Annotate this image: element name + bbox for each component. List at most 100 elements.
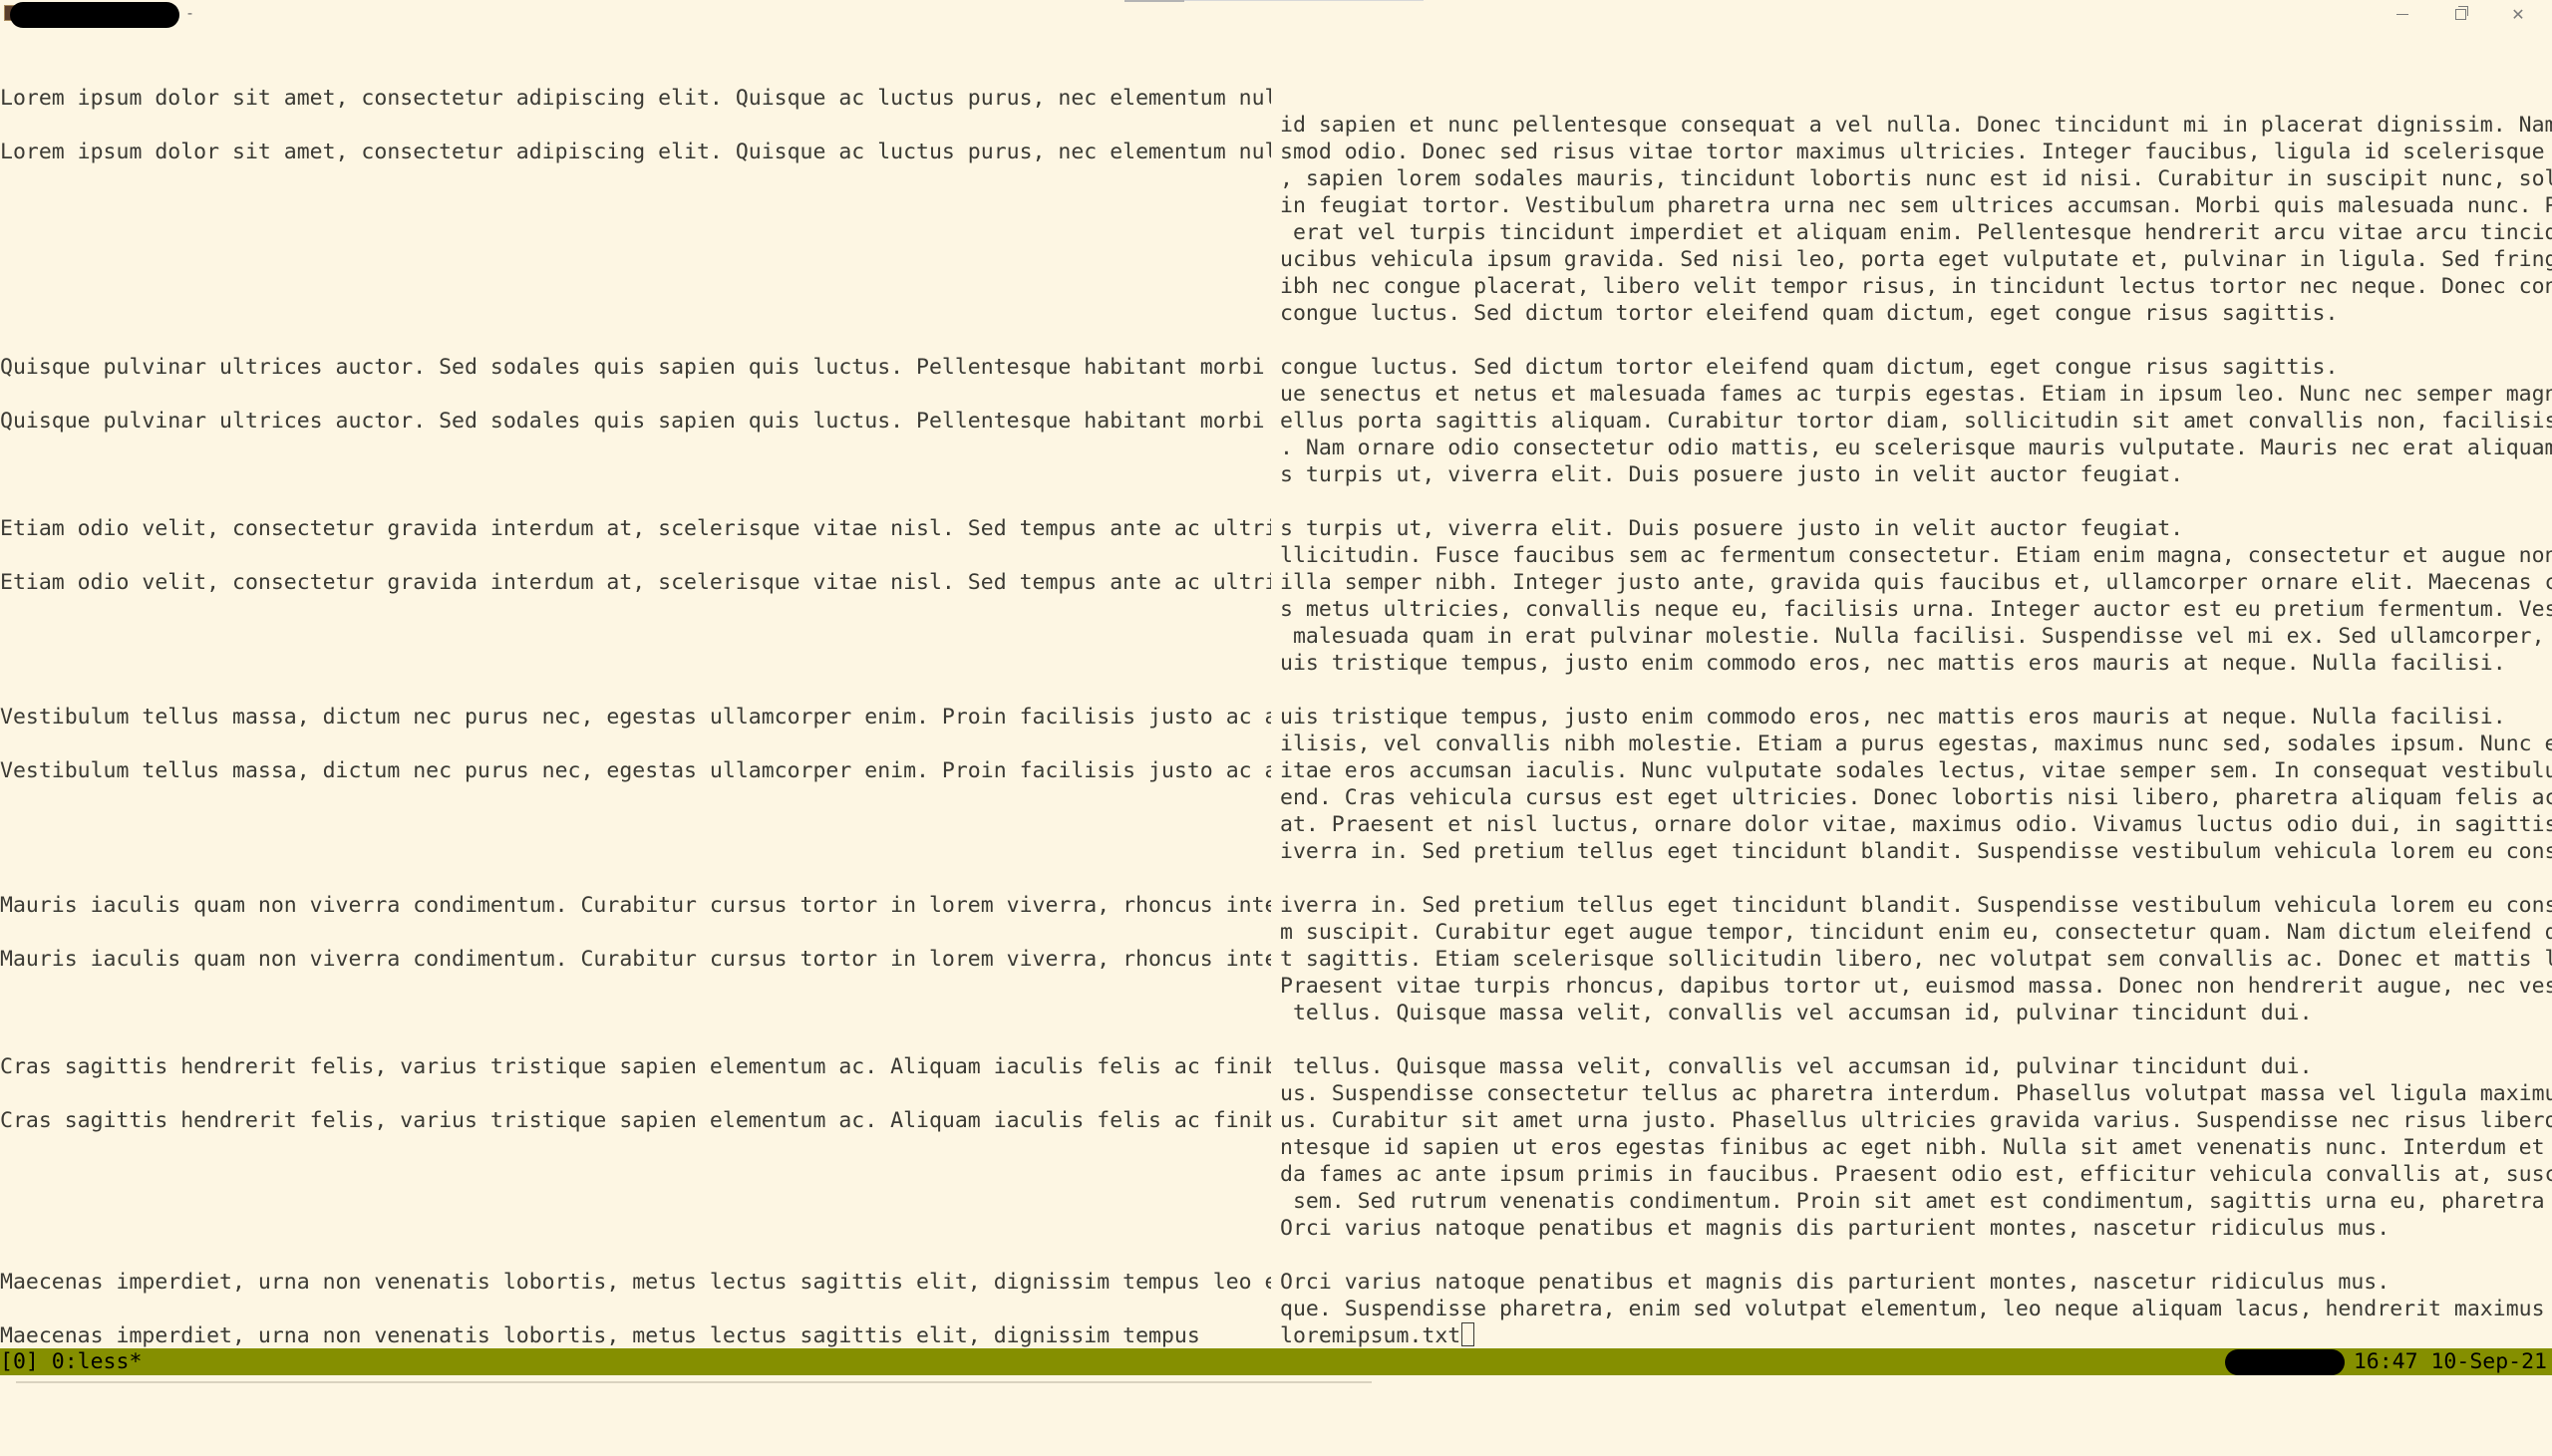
text-line <box>1280 327 2552 354</box>
text-line <box>0 327 1271 354</box>
text-line <box>0 1134 1271 1161</box>
text-line: congue luctus. Sed dictum tortor eleifen… <box>1280 355 2339 380</box>
text-line: llicitudin. Fusce faucibus sem ac fermen… <box>1280 543 2552 568</box>
text-line <box>0 650 1271 677</box>
text-line <box>1280 677 2552 704</box>
text-line <box>0 542 1271 569</box>
text-line: Cras sagittis hendrerit felis, varius tr… <box>0 1054 1271 1079</box>
restore-button[interactable] <box>2431 0 2489 28</box>
text-line <box>0 596 1271 623</box>
text-line <box>0 973 1271 1000</box>
text-line <box>0 461 1271 488</box>
text-line: us. Curabitur sit amet urna justo. Phase… <box>1280 1108 2552 1133</box>
text-line: Vestibulum tellus massa, dictum nec puru… <box>0 758 1271 783</box>
text-line <box>0 246 1271 273</box>
text-line: Mauris iaculis quam non viverra condimen… <box>0 947 1271 972</box>
text-line: m suscipit. Curabitur eget augue tempor,… <box>1280 920 2552 945</box>
tmux-window-list[interactable]: [0] 0:less* <box>0 1348 142 1375</box>
text-line <box>0 1000 1271 1026</box>
left-terminal-pane[interactable]: Lorem ipsum dolor sit amet, consectetur … <box>0 85 1271 1350</box>
text-line: illa semper nibh. Integer justo ante, gr… <box>1280 570 2552 595</box>
text-line: ue senectus et netus et malesuada fames … <box>1280 382 2552 407</box>
text-line <box>0 1215 1271 1242</box>
text-line: s metus ultricies, convallis neque eu, f… <box>1280 597 2552 622</box>
text-line <box>0 1296 1271 1322</box>
text-line: Maecenas imperdiet, urna non venenatis l… <box>0 1270 1271 1295</box>
text-line: Orci varius natoque penatibus et magnis … <box>1280 1216 2391 1241</box>
text-line <box>1280 1242 2552 1269</box>
text-line: iverra in. Sed pretium tellus eget tinci… <box>1280 839 2552 864</box>
text-line <box>0 1242 1271 1269</box>
restore-icon <box>2454 5 2468 20</box>
text-line: Quisque pulvinar ultrices auctor. Sed so… <box>0 355 1271 380</box>
text-line <box>0 300 1271 327</box>
text-line: Vestibulum tellus massa, dictum nec puru… <box>0 705 1271 729</box>
close-icon: ✕ <box>2511 4 2525 24</box>
window-titlebar[interactable]: - ✕ <box>0 0 2552 28</box>
text-line: da fames ac ante ipsum primis in faucibu… <box>1280 1162 2552 1187</box>
text-line: in feugiat tortor. Vestibulum pharetra u… <box>1280 193 2552 218</box>
text-line: s turpis ut, viverra elit. Duis posuere … <box>1280 462 2184 487</box>
text-line <box>0 435 1271 461</box>
text-line: Lorem ipsum dolor sit amet, consectetur … <box>0 140 1271 164</box>
text-line: tellus. Quisque massa velit, convallis v… <box>1280 1001 2313 1025</box>
text-line <box>0 1188 1271 1215</box>
text-line <box>0 165 1271 192</box>
text-line <box>0 192 1271 219</box>
text-line: t sagittis. Etiam scelerisque sollicitud… <box>1280 947 2552 972</box>
text-line: s turpis ut, viverra elit. Duis posuere … <box>1280 516 2184 541</box>
text-line <box>0 919 1271 946</box>
text-line: Orci varius natoque penatibus et magnis … <box>1280 1270 2391 1295</box>
text-line: erat vel turpis tincidunt imperdiet et a… <box>1280 220 2552 245</box>
title-progress-indicator <box>1124 0 1184 2</box>
text-line: Maecenas imperdiet, urna non venenatis l… <box>0 1323 1200 1348</box>
text-line <box>0 1161 1271 1188</box>
text-line: , sapien lorem sodales mauris, tincidunt… <box>1280 166 2552 191</box>
text-line: iverra in. Sed pretium tellus eget tinci… <box>1280 893 2552 918</box>
text-line <box>0 838 1271 865</box>
text-line: us. Suspendisse consectetur tellus ac ph… <box>1280 1081 2552 1106</box>
text-line: tellus. Quisque massa velit, convallis v… <box>1280 1054 2313 1079</box>
status-clock: " 16:47 10-Sep-21 <box>2327 1349 2547 1374</box>
text-line: Mauris iaculis quam non viverra condimen… <box>0 893 1271 918</box>
text-line <box>0 219 1271 246</box>
text-line: Etiam odio velit, consectetur gravida in… <box>0 570 1271 595</box>
text-line: uis tristique tempus, justo enim commodo… <box>1280 705 2506 729</box>
text-line: Praesent vitae turpis rhoncus, dapibus t… <box>1280 974 2552 999</box>
text-line: sem. Sed rutrum venenatis condimentum. P… <box>1280 1189 2552 1214</box>
text-line: Etiam odio velit, consectetur gravida in… <box>0 516 1271 541</box>
window-title-suffix: - <box>185 4 195 22</box>
text-line: ucibus vehicula ipsum gravida. Sed nisi … <box>1280 247 2552 272</box>
title-progress-track <box>1184 0 1424 1</box>
text-line: itae eros accumsan iaculis. Nunc vulputa… <box>1280 758 2552 783</box>
text-line <box>0 381 1271 408</box>
horizontal-scrollbar[interactable] <box>16 1381 1372 1383</box>
text-line <box>0 623 1271 650</box>
text-line <box>0 273 1271 300</box>
less-filename-prompt: loremipsum.txt <box>1280 1323 1461 1348</box>
text-line <box>0 488 1271 515</box>
text-line: . Nam ornare odio consectetur odio matti… <box>1280 436 2552 460</box>
text-line <box>0 112 1271 139</box>
text-line: Cras sagittis hendrerit felis, varius tr… <box>0 1108 1271 1133</box>
text-line <box>1280 1026 2552 1053</box>
text-line: id sapien et nunc pellentesque consequat… <box>1280 113 2552 138</box>
text-line: ntesque id sapien ut eros egestas finibu… <box>1280 1135 2552 1160</box>
redacted-window-title <box>10 2 179 28</box>
text-line: ilisis, vel convallis nibh molestie. Eti… <box>1280 731 2552 756</box>
text-line <box>0 865 1271 892</box>
text-line <box>0 677 1271 704</box>
close-button[interactable]: ✕ <box>2489 0 2547 28</box>
text-line <box>0 730 1271 757</box>
text-line <box>1280 865 2552 892</box>
text-line: smod odio. Donec sed risus vitae tortor … <box>1280 140 2552 164</box>
text-line: Quisque pulvinar ultrices auctor. Sed so… <box>0 409 1271 434</box>
text-line <box>0 811 1271 838</box>
minimize-button[interactable] <box>2374 0 2431 28</box>
text-line <box>1280 488 2552 515</box>
minimize-icon <box>2396 13 2408 15</box>
text-line <box>0 784 1271 811</box>
right-terminal-pane[interactable]: id sapien et nunc pellentesque consequat… <box>1280 85 2552 1350</box>
text-line: congue luctus. Sed dictum tortor eleifen… <box>1280 301 2339 326</box>
text-cursor <box>1461 1322 1475 1346</box>
